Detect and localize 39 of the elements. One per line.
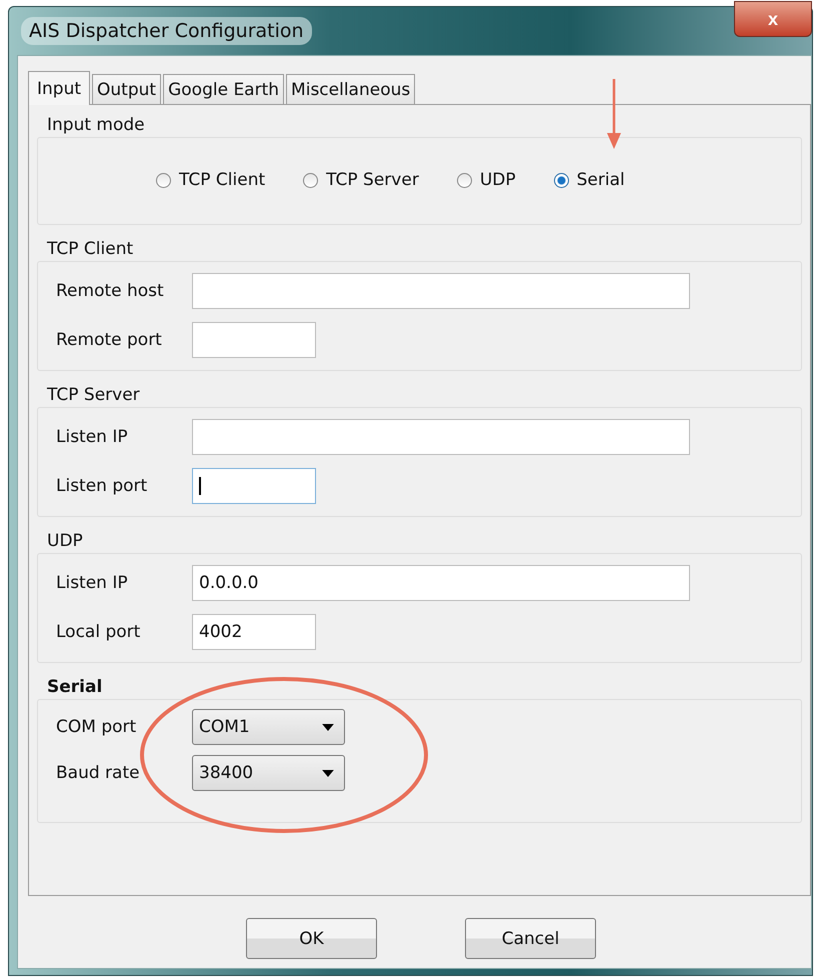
group-title: TCP Server [47, 385, 140, 405]
field-label: COM port [56, 717, 138, 737]
input-field[interactable] [192, 322, 316, 358]
dropdown[interactable]: 38400 [192, 755, 345, 791]
radio-option[interactable]: UDP [456, 170, 516, 190]
group-title: UDP [47, 531, 83, 551]
field-label: Remote port [56, 330, 163, 350]
dropdown-arrow-icon [322, 724, 334, 730]
field-label: Listen IP [56, 572, 129, 592]
input-field[interactable]: 4002 [192, 614, 316, 650]
field-label: Listen IP [56, 426, 129, 446]
group-title: Serial [47, 677, 102, 697]
field-label: Listen port [56, 476, 148, 496]
tab[interactable]: Input [28, 71, 90, 105]
input-field[interactable]: 0.0.0.0 [192, 564, 690, 600]
tab[interactable]: Output [92, 74, 162, 104]
radio-option[interactable]: TCP Server [303, 170, 419, 190]
tab[interactable]: Miscellaneous [286, 74, 416, 104]
dropdown-arrow-icon [322, 770, 334, 776]
window-title: AIS Dispatcher Configuration [21, 17, 312, 45]
group-title: TCP Client [47, 239, 134, 259]
radio-icon[interactable] [456, 172, 472, 188]
radio-option[interactable]: TCP Client [156, 170, 266, 190]
group-title: Input mode [47, 115, 145, 135]
tab[interactable]: Google Earth [163, 74, 284, 104]
dialog-button[interactable]: OK [246, 918, 377, 959]
radio-icon[interactable] [303, 172, 318, 188]
input-field[interactable] [192, 468, 316, 504]
dropdown[interactable]: COM1 [192, 709, 345, 745]
radio-option[interactable]: Serial [554, 170, 625, 190]
field-label: Baud rate [56, 763, 141, 783]
dialog-button[interactable]: Cancel [465, 918, 596, 959]
annotation-arrow [607, 79, 621, 149]
input-field[interactable] [192, 418, 690, 454]
input-field[interactable] [192, 272, 690, 308]
radio-icon[interactable] [554, 172, 569, 188]
field-label: Remote host [56, 280, 165, 300]
radio-icon[interactable] [156, 172, 171, 188]
field-label: Local port [56, 622, 142, 642]
